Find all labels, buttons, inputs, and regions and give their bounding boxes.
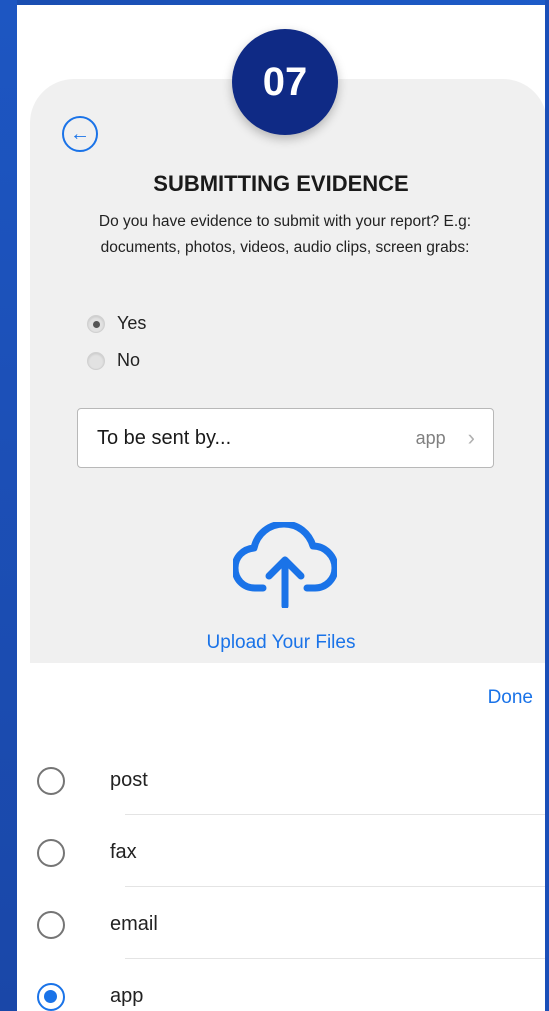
evidence-question: Do you have evidence to submit with your…	[98, 213, 472, 256]
option-fax[interactable]: fax	[17, 815, 545, 887]
upload-files-link[interactable]: Upload Your Files	[17, 632, 545, 654]
option-post[interactable]: post	[17, 743, 545, 815]
step-badge: 07	[232, 29, 338, 135]
option-post-label: post	[110, 769, 148, 791]
option-email-radio[interactable]	[37, 911, 65, 939]
phone-screen: 07 ← SUBMITTING EVIDENCE Do you have evi…	[17, 5, 545, 1011]
radio-no[interactable]: No	[87, 350, 140, 371]
chevron-right-icon: ›	[467, 425, 475, 450]
option-email-label: email	[110, 913, 158, 935]
radio-yes-button[interactable]	[87, 314, 105, 333]
option-app-label: app	[110, 985, 144, 1007]
step-number: 07	[262, 59, 308, 104]
option-fax-label: fax	[110, 841, 137, 863]
done-button[interactable]: Done	[488, 687, 533, 709]
picker-sheet: Done post fax email app	[17, 663, 545, 1011]
send-method-select[interactable]: To be sent by... app ›	[77, 408, 494, 468]
option-app[interactable]: app	[17, 959, 545, 1011]
back-arrow-icon: ←	[70, 123, 90, 145]
option-email[interactable]: email	[17, 887, 545, 959]
background-right	[545, 0, 549, 1011]
cloud-upload-icon[interactable]	[233, 522, 337, 608]
radio-no-label: No	[117, 350, 141, 370]
option-fax-radio[interactable]	[37, 839, 65, 867]
option-post-radio[interactable]	[37, 767, 65, 795]
radio-yes-label: Yes	[117, 313, 147, 333]
background-left	[0, 0, 17, 1011]
radio-no-button[interactable]	[87, 351, 105, 370]
back-button[interactable]: ←	[62, 116, 98, 152]
radio-yes[interactable]: Yes	[87, 313, 146, 334]
option-app-radio[interactable]	[37, 983, 65, 1011]
send-method-label: To be sent by...	[97, 426, 232, 449]
send-method-value: app	[415, 427, 446, 448]
page-title: SUBMITTING EVIDENCE	[153, 171, 409, 196]
